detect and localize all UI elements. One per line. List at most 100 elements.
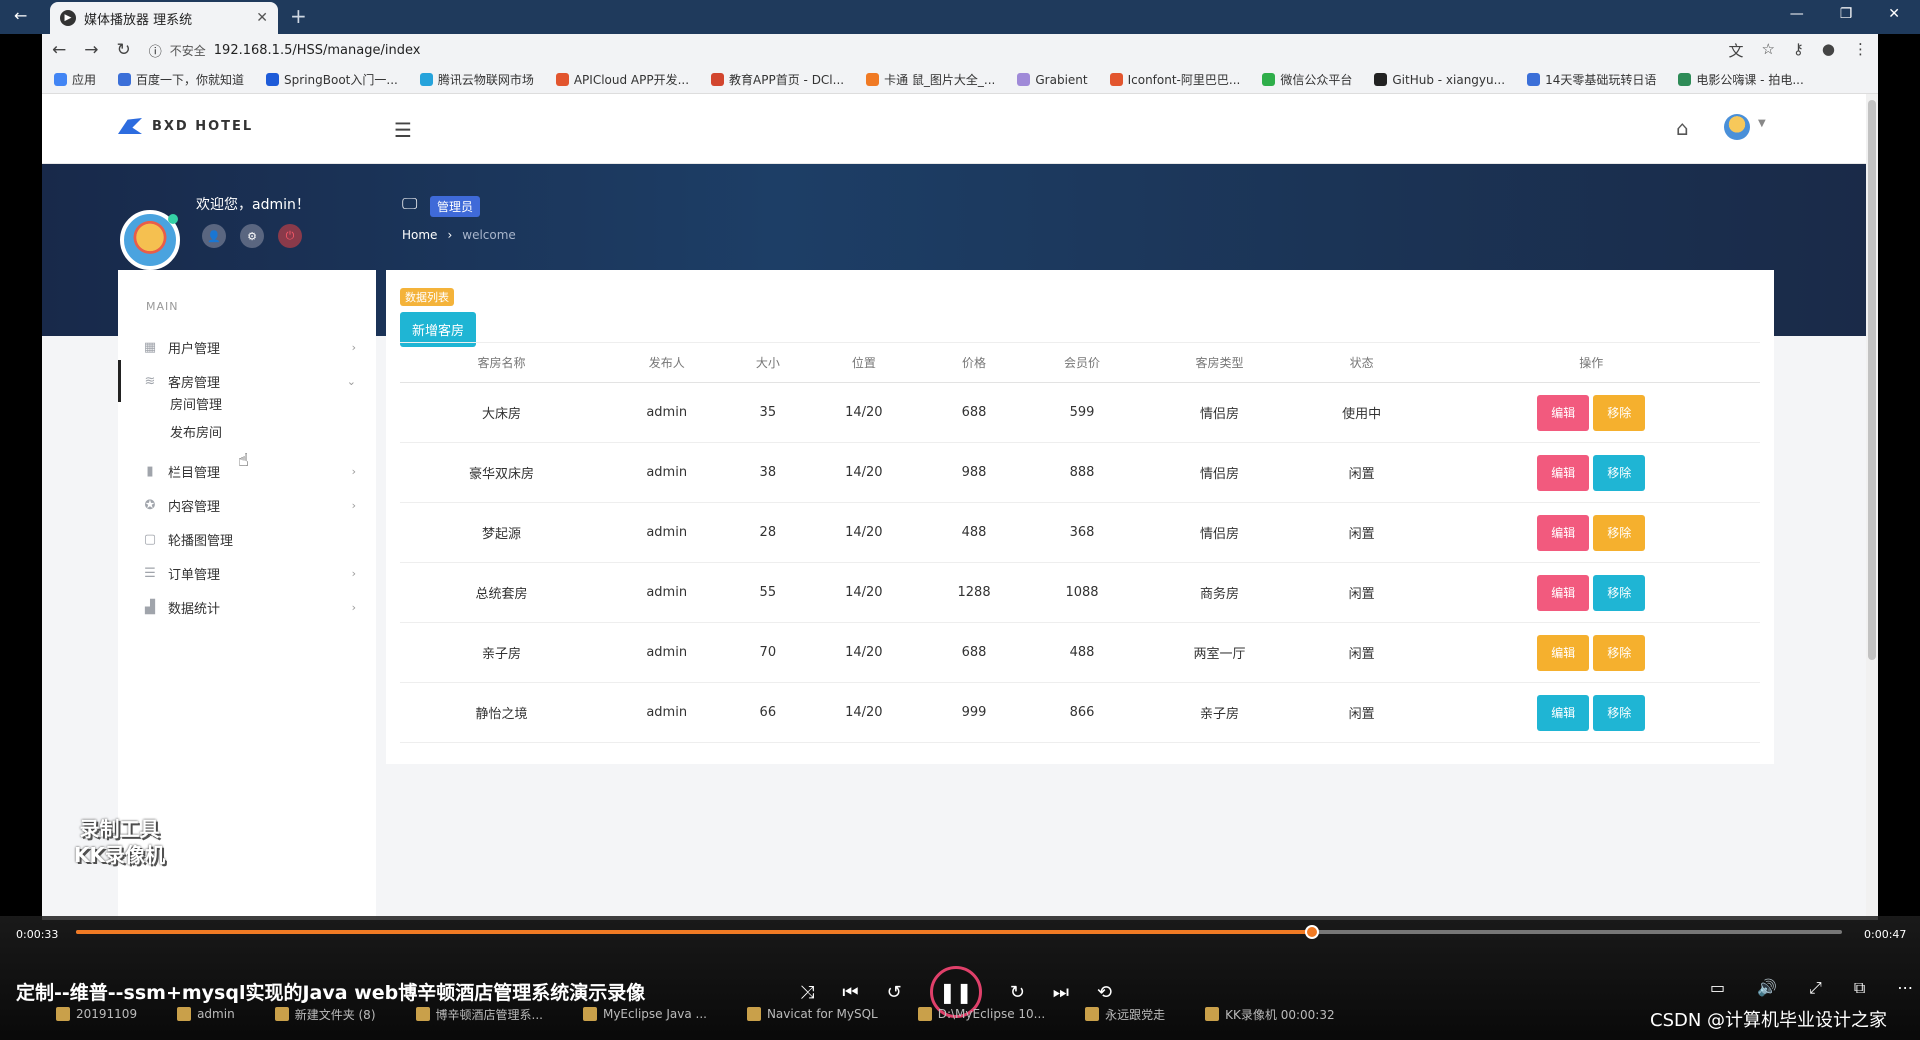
table-cell: 38	[730, 442, 806, 503]
address-bar-actions: 文 ☆ ⚷ ● ⋮	[1728, 40, 1868, 61]
taskbar-item[interactable]: 永远跟党走	[1085, 1006, 1165, 1023]
minimize-icon[interactable]: —	[1790, 6, 1804, 22]
table-cell: 情侣房	[1138, 502, 1301, 563]
bookmark-label: APICloud APP开发...	[573, 73, 690, 87]
close-window-icon[interactable]: ✕	[1888, 6, 1900, 22]
progress-fill	[76, 930, 1313, 934]
grid-icon: ▦	[143, 339, 157, 355]
fullscreen-icon[interactable]: ⤢	[1809, 978, 1822, 998]
bookmark-item[interactable]: 腾讯云物联网市场	[419, 71, 534, 88]
taskbar-item[interactable]: admin	[177, 1007, 235, 1021]
menu-icon[interactable]: ⋮	[1853, 40, 1868, 61]
list-icon: ☰	[144, 565, 156, 581]
chevron-down-icon[interactable]: ▼	[1758, 118, 1766, 129]
col-size: 大小	[730, 342, 806, 383]
edit-button[interactable]: 编辑	[1537, 694, 1590, 731]
table-cell: 999	[922, 682, 1026, 743]
hamburger-menu-icon[interactable]: ☰	[394, 118, 412, 142]
bookmark-item[interactable]: 微信公众平台	[1262, 71, 1352, 88]
taskbar-label: 永远跟党走	[1105, 1007, 1166, 1022]
taskbar-item[interactable]: 20191109	[56, 1007, 137, 1021]
cast-icon[interactable]: ⧉	[1854, 978, 1865, 998]
home-icon[interactable]: ⌂	[1676, 116, 1689, 140]
bookmark-item[interactable]: 14天零基础玩转日语	[1527, 71, 1656, 88]
volume-icon[interactable]: 🔊	[1757, 978, 1777, 998]
taskbar-item[interactable]: Navicat for MySQL	[746, 1007, 878, 1021]
remove-button[interactable]: 移除	[1593, 394, 1646, 431]
table-row: 大床房 admin 35 14/20 688 599 情侣房 使用中 编辑 移除	[400, 382, 1760, 443]
sidebar-item-rooms[interactable]: ≋ 客房管理 ⌄	[118, 360, 376, 402]
bookmark-label: 应用	[72, 73, 97, 87]
url-field[interactable]: ⓘ 不安全 192.168.1.5/HSS/manage/index	[149, 38, 1711, 62]
bookmark-item[interactable]: APICloud APP开发...	[555, 71, 690, 88]
edit-button[interactable]: 编辑	[1537, 394, 1590, 431]
chevron-right-icon: ›	[447, 228, 453, 242]
address-bar: ← → ↻ ⓘ 不安全 192.168.1.5/HSS/manage/index…	[42, 34, 1878, 66]
back-icon[interactable]: ←	[52, 40, 66, 60]
bookmark-item[interactable]: GitHub - xiangyu...	[1374, 73, 1505, 87]
bookmark-item[interactable]: 电影公嗨课 - 拍电...	[1678, 71, 1804, 88]
monitor-icon: 🖵	[402, 194, 418, 213]
layers-icon: ≋	[144, 373, 156, 389]
app-icon	[1205, 1007, 1220, 1021]
star-icon[interactable]: ☆	[1761, 40, 1774, 61]
subtitles-icon[interactable]: ▭	[1710, 978, 1725, 998]
taskbar-item[interactable]: KK录像机 00:00:32	[1205, 1006, 1335, 1023]
sidebar-item-stats[interactable]: ▟ 数据统计 ›	[118, 586, 376, 628]
profile-icon[interactable]: ●	[1822, 40, 1835, 61]
sidebar-subitem-room-manage[interactable]: 房间管理	[170, 394, 222, 413]
profile-button[interactable]: 👤	[202, 224, 226, 248]
bookmark-item[interactable]: 教育APP首页 - DCl...	[711, 71, 844, 88]
edit-button[interactable]: 编辑	[1537, 574, 1590, 611]
bookmark-item[interactable]: 卡通 鼠_图片大全_...	[866, 71, 995, 88]
close-tab-icon[interactable]: ✕	[256, 10, 268, 26]
logout-button[interactable]: ⏻	[278, 224, 302, 248]
table-cell: 闲置	[1300, 502, 1423, 563]
edit-button[interactable]: 编辑	[1537, 454, 1590, 491]
edit-button[interactable]: 编辑	[1537, 634, 1590, 671]
key-icon[interactable]: ⚷	[1793, 40, 1804, 61]
table-cell: 28	[730, 502, 806, 563]
edit-button[interactable]: 编辑	[1537, 514, 1590, 551]
window-back-icon[interactable]: ←	[14, 6, 27, 25]
translate-icon[interactable]: 文	[1728, 40, 1743, 61]
taskbar-item[interactable]: D:\MyEclipse 10...	[917, 1007, 1045, 1021]
bookmark-item[interactable]: 百度一下，你就知道	[118, 71, 244, 88]
breadcrumb-home[interactable]: Home	[402, 228, 437, 242]
new-tab-button[interactable]: +	[290, 4, 307, 28]
remove-button[interactable]: 移除	[1593, 514, 1646, 551]
scrollbar-thumb[interactable]	[1868, 100, 1876, 660]
total-time: 0:00:47	[1864, 928, 1907, 941]
progress-track[interactable]	[76, 925, 1842, 939]
table-cell: 55	[730, 562, 806, 623]
bookmark-label: Iconfont-阿里巴巴...	[1127, 73, 1241, 87]
logo[interactable]: BXD HOTEL	[118, 118, 253, 134]
app-icon	[415, 1007, 430, 1021]
credit-watermark: CSDN @计算机毕业设计之家	[1650, 1010, 1888, 1031]
col-member-price: 会员价	[1025, 342, 1139, 383]
restore-icon[interactable]: ❐	[1840, 6, 1853, 22]
player-options: ▭ 🔊 ⤢ ⧉ ⋯	[1710, 978, 1913, 998]
bookmark-item[interactable]: Iconfont-阿里巴巴...	[1109, 71, 1241, 88]
settings-button[interactable]: ⚙	[240, 224, 264, 248]
progress-knob[interactable]	[1305, 925, 1320, 939]
user-avatar-small[interactable]	[1724, 114, 1750, 140]
reload-icon[interactable]: ↻	[117, 40, 131, 60]
remove-button[interactable]: 移除	[1593, 634, 1646, 671]
browser-tab[interactable]: ▶ 媒体播放器 理系统 ✕	[50, 2, 278, 34]
taskbar-item[interactable]: 博辛顿酒店管理系...	[415, 1006, 543, 1023]
more-icon[interactable]: ⋯	[1897, 978, 1913, 998]
remove-button[interactable]: 移除	[1593, 694, 1646, 731]
table-cell: 70	[730, 622, 806, 683]
bookmark-item[interactable]: SpringBoot入门一...	[266, 71, 398, 88]
page-scrollbar[interactable]	[1866, 94, 1878, 920]
bookmark-item[interactable]: 应用	[54, 71, 96, 88]
bookmark-label: 百度一下，你就知道	[136, 73, 245, 87]
sidebar-subitem-publish-room[interactable]: 发布房间	[170, 422, 222, 441]
bookmark-item[interactable]: Grabient	[1017, 73, 1088, 87]
taskbar-item[interactable]: 新建文件夹 (8)	[274, 1006, 376, 1023]
taskbar-item[interactable]: MyEclipse Java ...	[582, 1007, 707, 1021]
forward-icon[interactable]: →	[84, 40, 98, 60]
remove-button[interactable]: 移除	[1593, 454, 1646, 491]
remove-button[interactable]: 移除	[1593, 574, 1646, 611]
